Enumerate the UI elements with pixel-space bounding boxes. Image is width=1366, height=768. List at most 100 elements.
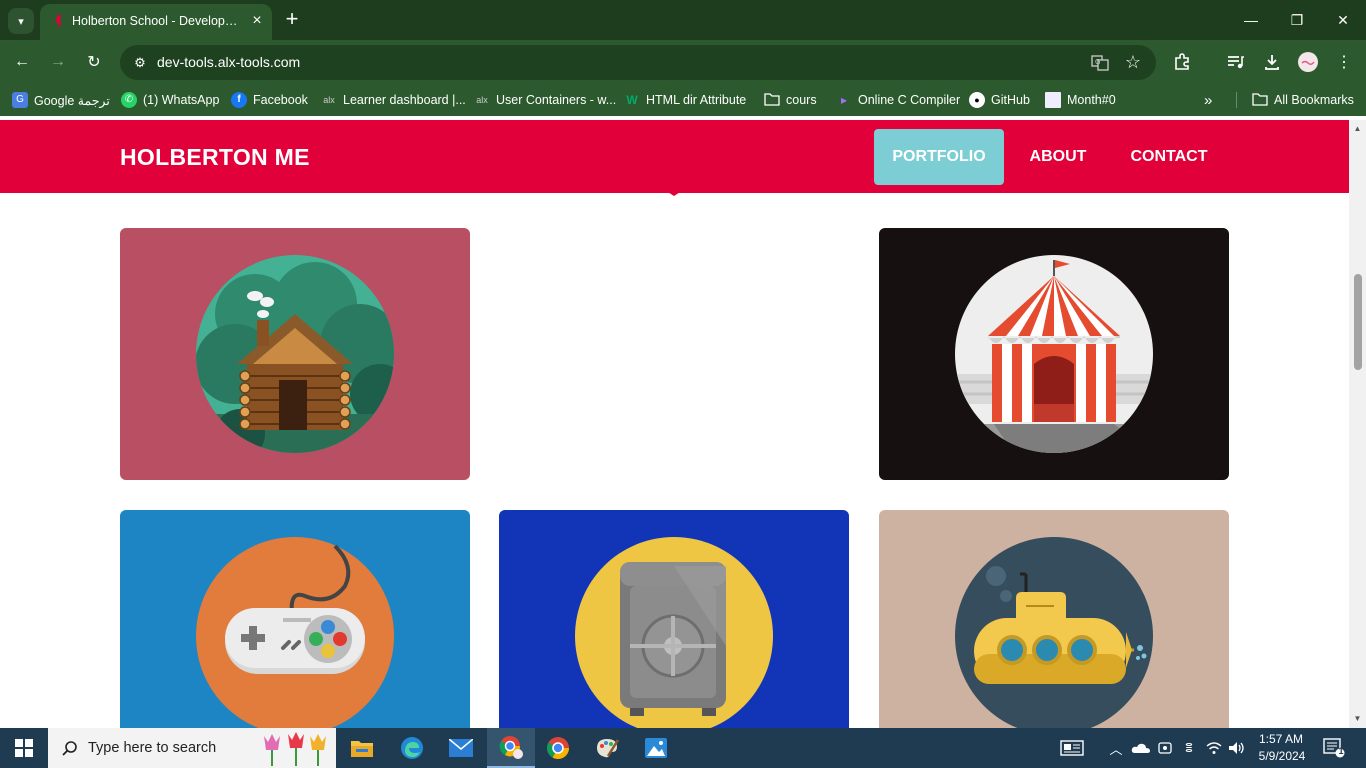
edge-icon[interactable] — [388, 728, 436, 768]
mail-icon[interactable] — [437, 728, 485, 768]
tab-title: Holberton School - Developer to — [72, 14, 244, 28]
alx-icon: alx — [476, 95, 488, 105]
all-bookmarks-label: All Bookmarks — [1274, 93, 1354, 107]
alx-icon: alx — [323, 95, 335, 105]
taskbar-search-box[interactable]: Type here to search — [48, 728, 336, 768]
holberton-favicon-icon — [56, 15, 62, 29]
site-header: HOLBERTON ME PORTFOLIO ABOUT CONTACT — [0, 120, 1349, 193]
wifi-icon[interactable] — [1205, 738, 1223, 758]
portfolio-card-submarine[interactable] — [879, 510, 1229, 728]
bookmarks-bar: G Google ترجمة ✆ (1) WhatsApp f Facebook al… — [0, 84, 1366, 116]
back-icon[interactable]: ← — [10, 50, 34, 74]
windows-start-icon[interactable] — [0, 728, 48, 768]
bookmark-label: Google ترجمة — [34, 93, 110, 108]
bookmark-html-dir[interactable]: W HTML dir Attribute — [624, 91, 746, 109]
show-hidden-icons-chevron[interactable]: ︿ — [1108, 738, 1124, 758]
news-widget-icon[interactable] — [1058, 738, 1086, 758]
menu-kebab-icon[interactable]: ⋮ — [1332, 50, 1356, 74]
scroll-down-icon[interactable]: ▼ — [1353, 714, 1362, 723]
reload-icon[interactable]: ↻ — [82, 50, 106, 74]
portfolio-card-empty[interactable] — [499, 228, 849, 480]
folder-icon — [1252, 92, 1268, 108]
clock-date[interactable]: 5/9/2024 — [1255, 749, 1309, 763]
safe-illustration — [575, 537, 773, 728]
volume-icon[interactable] — [1227, 738, 1247, 758]
close-window-icon[interactable]: ✕ — [1331, 8, 1355, 32]
paint-icon[interactable] — [583, 728, 631, 768]
extensions-icon[interactable] — [1170, 50, 1194, 74]
nav-contact[interactable]: CONTACT — [1112, 129, 1226, 185]
bookmark-learner-dashboard[interactable]: alx Learner dashboard |... — [321, 91, 466, 109]
clock-time[interactable]: 1:57 AM — [1257, 732, 1305, 746]
page-scrollbar[interactable]: ▲ ▼ — [1349, 120, 1366, 728]
game-controller-illustration — [196, 537, 394, 728]
browser-toolbar: ← → ↻ ⚙ dev-tools.alx-tools.com G ☆ ⋮ — [0, 40, 1366, 110]
forward-icon[interactable]: → — [46, 50, 70, 74]
scroll-thumb[interactable] — [1354, 274, 1362, 370]
download-icon[interactable] — [1260, 50, 1284, 74]
restore-icon[interactable]: ❐ — [1285, 8, 1309, 32]
tulips-icon — [264, 732, 326, 766]
active-tab[interactable]: Holberton School - Developer to × — [40, 4, 272, 40]
tab-close-icon[interactable]: × — [248, 12, 266, 30]
bookmark-label: Learner dashboard |... — [343, 93, 466, 107]
more-bookmarks-chevron-icon[interactable]: » — [1204, 91, 1212, 109]
bookmark-label: Month#0 — [1067, 93, 1116, 107]
file-explorer-icon[interactable] — [338, 728, 386, 768]
bookmark-folder-cours[interactable]: cours — [764, 91, 817, 109]
whatsapp-icon: ✆ — [121, 92, 137, 108]
address-bar[interactable]: ⚙ dev-tools.alx-tools.com G ☆ — [120, 45, 1156, 80]
bookmark-github[interactable]: ● GitHub — [969, 91, 1030, 109]
submarine-illustration — [955, 537, 1153, 728]
portfolio-card-controller[interactable] — [120, 510, 470, 728]
new-tab-button[interactable]: + — [282, 8, 302, 32]
tab-search-chevron-icon[interactable]: ▾ — [8, 8, 34, 34]
bookmark-label: Online C Compiler — [858, 93, 961, 107]
bookmark-month0[interactable]: Month#0 — [1045, 91, 1116, 109]
onedrive-icon[interactable] — [1130, 738, 1152, 758]
site-brand[interactable]: HOLBERTON ME — [120, 144, 310, 171]
search-icon — [60, 738, 80, 758]
bookmark-label: GitHub — [991, 93, 1030, 107]
all-bookmarks-button[interactable]: All Bookmarks — [1252, 91, 1354, 109]
bookmark-online-c-compiler[interactable]: ▸ Online C Compiler — [836, 91, 960, 109]
bookmark-facebook[interactable]: f Facebook — [231, 91, 308, 109]
site-info-icon[interactable]: ⚙ — [130, 53, 150, 73]
bookmark-google-translate[interactable]: G Google ترجمة — [12, 91, 110, 109]
page-viewport: HOLBERTON ME PORTFOLIO ABOUT CONTACT — [0, 120, 1349, 728]
bookmark-label: cours — [786, 93, 817, 107]
profile-avatar[interactable] — [1296, 50, 1320, 74]
nav-about[interactable]: ABOUT — [1016, 129, 1100, 185]
windows-taskbar: Type here to search ︿ ⴻ 1:57 AM 5/9/2024… — [0, 728, 1366, 768]
scroll-up-icon[interactable]: ▲ — [1353, 124, 1362, 133]
portfolio-card-safe[interactable] — [499, 510, 849, 728]
bookmark-label: Facebook — [253, 93, 308, 107]
chrome-icon[interactable] — [534, 728, 582, 768]
page-icon — [1045, 92, 1061, 108]
input-language-icon[interactable]: ⴻ — [1180, 738, 1198, 758]
translate-icon[interactable]: G — [1090, 53, 1110, 73]
header-notch — [660, 187, 688, 196]
compiler-icon: ▸ — [840, 93, 848, 107]
minimize-icon[interactable]: — — [1239, 8, 1263, 32]
google-translate-icon: G — [12, 92, 28, 108]
bookmark-star-icon[interactable]: ☆ — [1122, 51, 1144, 73]
svg-text:G: G — [1095, 58, 1100, 66]
portfolio-card-circus[interactable] — [879, 228, 1229, 480]
chrome-profile-active-icon[interactable] — [487, 728, 535, 768]
nav-portfolio[interactable]: PORTFOLIO — [874, 129, 1004, 185]
notification-count-badge: 1 — [1338, 746, 1344, 756]
tab-strip: ▾ Holberton School - Developer to × + — … — [0, 0, 1366, 40]
bookmark-label: User Containers - w... — [496, 93, 617, 107]
folder-icon — [764, 92, 780, 108]
photos-icon[interactable] — [632, 728, 680, 768]
bookmarks-divider — [1236, 92, 1237, 108]
portfolio-card-cabin[interactable] — [120, 228, 470, 480]
github-icon: ● — [969, 92, 985, 108]
url-text[interactable]: dev-tools.alx-tools.com — [157, 54, 300, 70]
search-placeholder: Type here to search — [88, 740, 217, 756]
meet-now-icon[interactable] — [1156, 738, 1174, 758]
bookmark-user-containers[interactable]: alx User Containers - w... — [474, 91, 616, 109]
bookmark-whatsapp[interactable]: ✆ (1) WhatsApp — [121, 91, 219, 109]
media-queue-icon[interactable] — [1224, 50, 1248, 74]
